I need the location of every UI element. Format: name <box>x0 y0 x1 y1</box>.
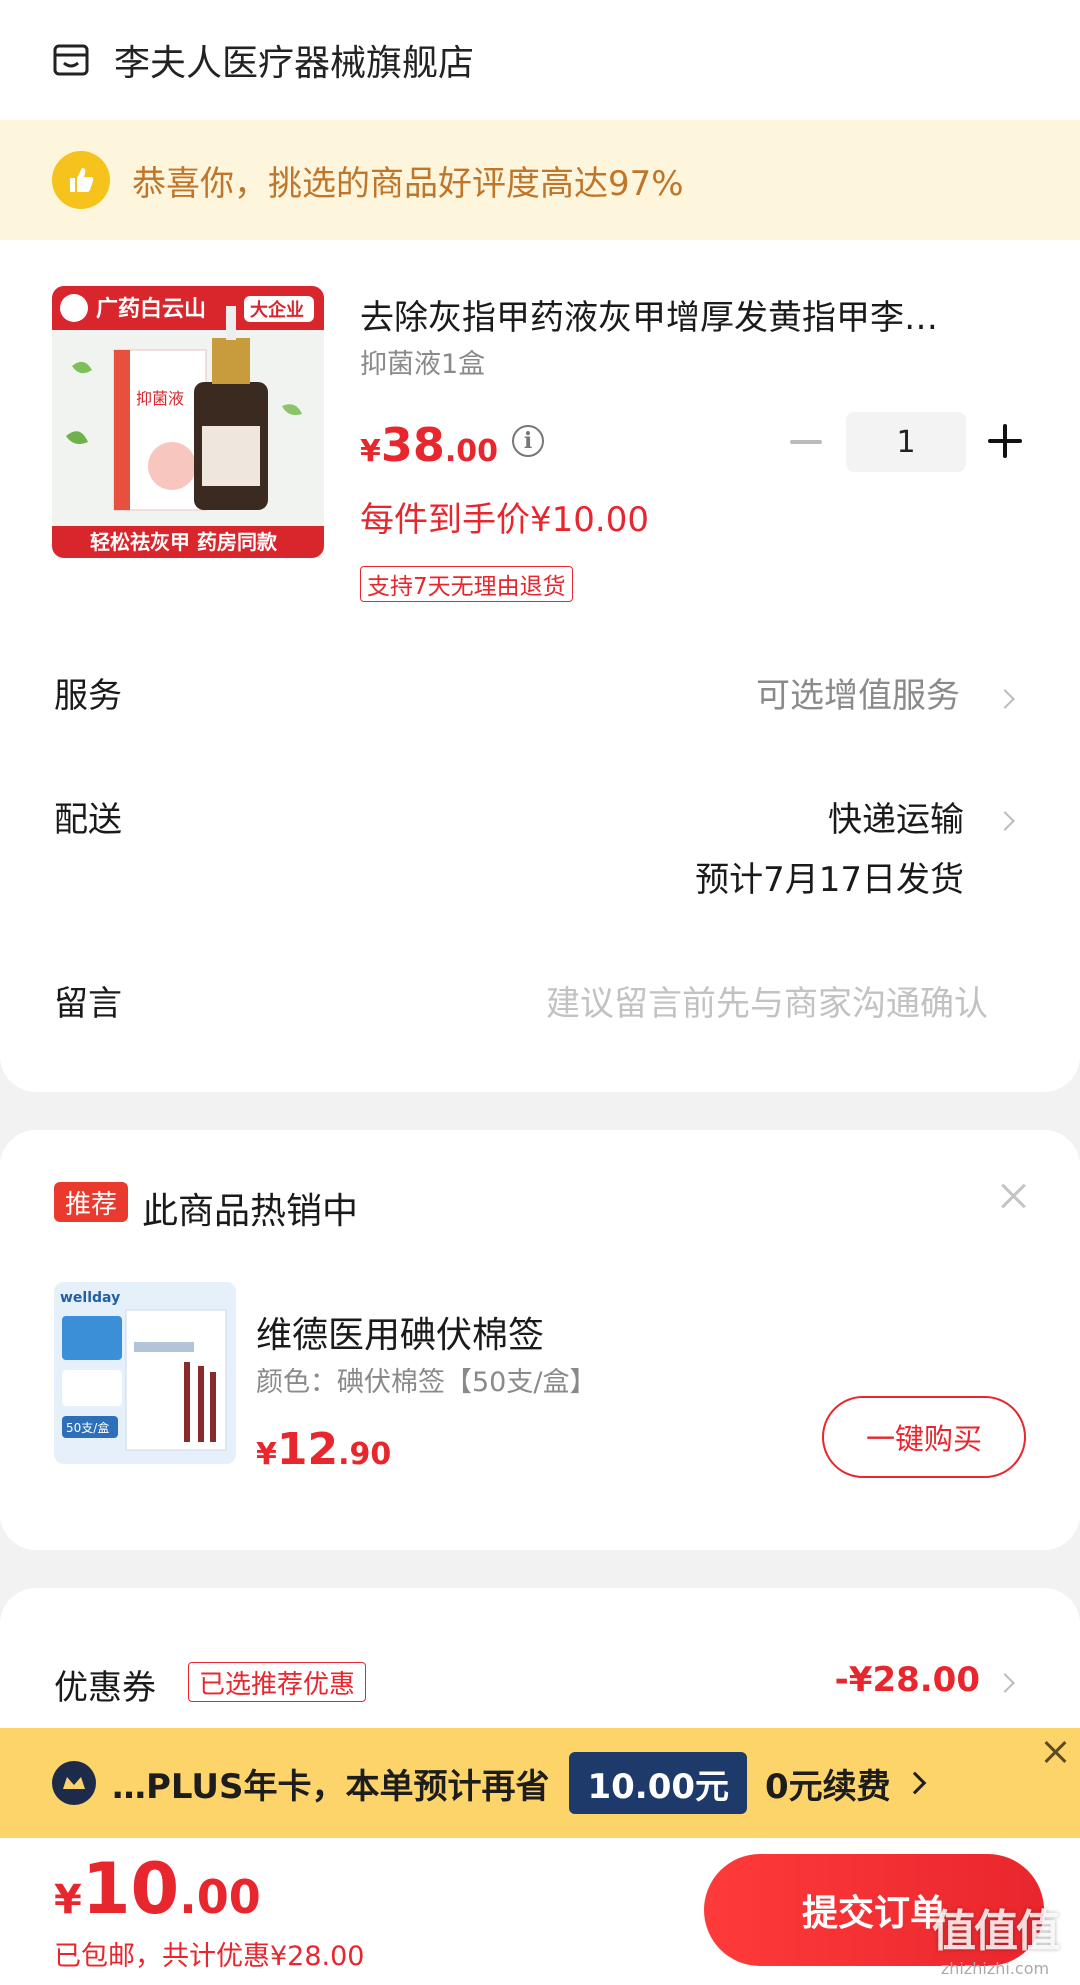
product-spec[interactable]: 抑菌液1盒 <box>360 342 485 381</box>
return-policy-tag: 支持7天无理由退货 <box>360 566 573 602</box>
service-value[interactable]: 可选增值服务 <box>756 668 960 717</box>
store-header[interactable]: 李夫人医疗器械旗舰店 <box>52 30 474 90</box>
product-image-badge: 大企业 <box>250 299 304 321</box>
recommend-product-price: ¥ 12 .90 <box>256 1424 391 1475</box>
recommend-close-icon[interactable] <box>1000 1182 1028 1210</box>
praise-banner: 恭喜你，挑选的商品好评度高达97% <box>0 120 1080 240</box>
delivery-eta: 预计7月17日发货 <box>695 860 964 900</box>
watermark-logo: 值值值 <box>932 1906 1060 1957</box>
watermark-url: zhizhizhi.com <box>940 1959 1050 1978</box>
recommend-title: 此商品热销中 <box>142 1191 359 1232</box>
total-decimal: .00 <box>179 1870 261 1924</box>
product-image-box-text: 抑菌液 <box>136 389 184 408</box>
product-image[interactable]: 广药白云山 大企业 抑菌液 轻松祛灰甲 药房同款 <box>52 286 324 558</box>
one-click-buy-button[interactable]: 一键购买 <box>822 1396 1026 1478</box>
quantity-input[interactable]: 1 <box>846 412 966 472</box>
recommend-tag: 推荐 <box>54 1182 128 1222</box>
total-price: ¥ 10 .00 <box>54 1848 261 1930</box>
price-integer: 38 <box>380 418 445 472</box>
recommend-product-spec: 颜色：碘伏棉签【50支/盒】 <box>256 1367 597 1398</box>
product-title[interactable]: 去除灰指甲药液灰甲增厚发黄指甲李… <box>360 290 1030 339</box>
per-unit-price: 每件到手价¥10.00 <box>360 500 649 540</box>
plus-logo-icon <box>52 1761 96 1805</box>
message-input[interactable]: 建议留言前先与商家沟通确认 <box>546 976 988 1025</box>
coupon-value[interactable]: -¥28.00 <box>835 1660 980 1700</box>
service-label: 服务 <box>54 676 122 716</box>
store-icon <box>53 44 89 76</box>
total-subtext: 已包邮，共计优惠¥28.00 <box>54 1941 365 1972</box>
product-image-caption: 轻松祛灰甲 药房同款 <box>90 530 278 554</box>
plus-text: …PLUS年卡，本单预计再省 <box>112 1766 550 1807</box>
thumbs-up-icon <box>52 151 110 209</box>
plus-save-amount: 10.00元 <box>569 1752 748 1814</box>
praise-text: 恭喜你，挑选的商品好评度高达97% <box>132 163 684 204</box>
delivery-value[interactable]: 快递运输 <box>828 792 964 841</box>
rec-price-decimal: .90 <box>338 1437 392 1472</box>
coupon-label: 优惠券 <box>54 1668 156 1708</box>
recommend-product-name[interactable]: 维德医用碘伏棉签 <box>256 1306 544 1358</box>
price-decimal: .00 <box>444 434 499 469</box>
recommend-image-brand: wellday <box>60 1290 120 1306</box>
store-name: 李夫人医疗器械旗舰店 <box>114 43 475 84</box>
coupon-tag: 已选推荐优惠 <box>188 1662 367 1702</box>
total-currency: ¥ <box>54 1877 82 1923</box>
quantity-minus-button[interactable] <box>790 440 822 444</box>
plus-renew[interactable]: 0元续费 <box>765 1759 891 1808</box>
rec-price-integer: 12 <box>276 1424 339 1475</box>
site-watermark: 值值值 zhizhizhi.com <box>920 1895 1070 1985</box>
recommend-product-image[interactable]: wellday 50支/盒 <box>54 1282 236 1464</box>
recommend-image-tag: 50支/盒 <box>66 1420 109 1435</box>
product-image-brand: 广药白云山 <box>96 296 206 322</box>
plus-membership-banner[interactable]: …PLUS年卡，本单预计再省 10.00元 0元续费 <box>0 1728 1080 1838</box>
price-currency: ¥ <box>360 434 381 469</box>
quantity-plus-button[interactable] <box>988 424 1022 458</box>
message-label: 留言 <box>54 984 122 1024</box>
rec-price-currency: ¥ <box>256 1437 277 1472</box>
product-price: ¥ 38 .00 <box>360 418 498 472</box>
price-info-icon[interactable]: i <box>512 425 544 457</box>
delivery-label: 配送 <box>54 800 122 840</box>
plus-chevron-icon[interactable] <box>903 1771 927 1795</box>
plus-close-icon[interactable] <box>1044 1740 1068 1764</box>
total-integer: 10 <box>81 1848 180 1930</box>
